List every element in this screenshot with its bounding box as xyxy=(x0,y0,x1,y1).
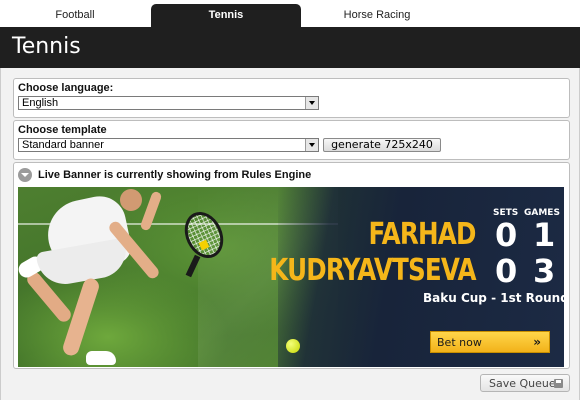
player-head xyxy=(120,189,142,211)
player-2-name: KUDRYAVTSEVA xyxy=(269,253,477,288)
save-queue-button[interactable]: Save Queue xyxy=(480,374,570,392)
bet-now-label: Bet now xyxy=(437,336,482,349)
tab-bar: Football Tennis Horse Racing xyxy=(0,0,580,27)
player-1-sets: 0 xyxy=(495,216,518,254)
tab-football[interactable]: Football xyxy=(0,4,150,27)
tab-label: Tennis xyxy=(208,9,244,21)
template-select-value: Standard banner xyxy=(22,139,104,151)
live-banner-status: Live Banner is currently showing from Ru… xyxy=(38,169,312,181)
language-select-value: English xyxy=(22,97,59,109)
player-2-games: 3 xyxy=(533,252,556,290)
player-2-sets: 0 xyxy=(495,252,518,290)
tab-tennis[interactable]: Tennis xyxy=(151,4,301,27)
language-label: Choose language: xyxy=(18,82,114,94)
tab-horse-racing[interactable]: Horse Racing xyxy=(302,4,452,27)
generate-button[interactable]: generate 725x240 xyxy=(323,138,441,152)
language-select[interactable]: English xyxy=(18,96,319,110)
player-1-games: 1 xyxy=(533,216,556,254)
bet-now-button[interactable]: Bet now » xyxy=(430,331,550,353)
chevron-down-icon[interactable] xyxy=(305,97,318,109)
event-name: Baku Cup - 1st Round xyxy=(423,291,564,305)
player-1-name: FARHAD xyxy=(368,217,477,252)
tennis-ball xyxy=(286,339,300,353)
double-chevron-right-icon: » xyxy=(533,335,541,349)
player-shoe xyxy=(86,351,116,365)
chevron-down-icon[interactable] xyxy=(305,139,318,151)
collapse-icon[interactable] xyxy=(18,168,32,182)
language-panel: Choose language: English xyxy=(13,78,570,118)
page-title: Tennis xyxy=(12,34,81,59)
template-select[interactable]: Standard banner xyxy=(18,138,319,152)
template-panel: Choose template Standard banner generate… xyxy=(13,120,570,160)
live-banner-panel: Live Banner is currently showing from Ru… xyxy=(13,162,570,369)
tab-label: Horse Racing xyxy=(343,9,411,21)
page-header: Tennis xyxy=(0,27,580,68)
floppy-disk-icon xyxy=(554,379,563,388)
main-content: Choose language: English Choose template… xyxy=(0,68,580,400)
tab-label: Football xyxy=(55,9,95,21)
save-queue-label: Save Queue xyxy=(489,377,556,390)
live-banner[interactable]: SETS GAMES FARHAD 0 1 KUDRYAVTSEVA 0 3 B… xyxy=(18,187,564,367)
template-label: Choose template xyxy=(18,124,107,136)
